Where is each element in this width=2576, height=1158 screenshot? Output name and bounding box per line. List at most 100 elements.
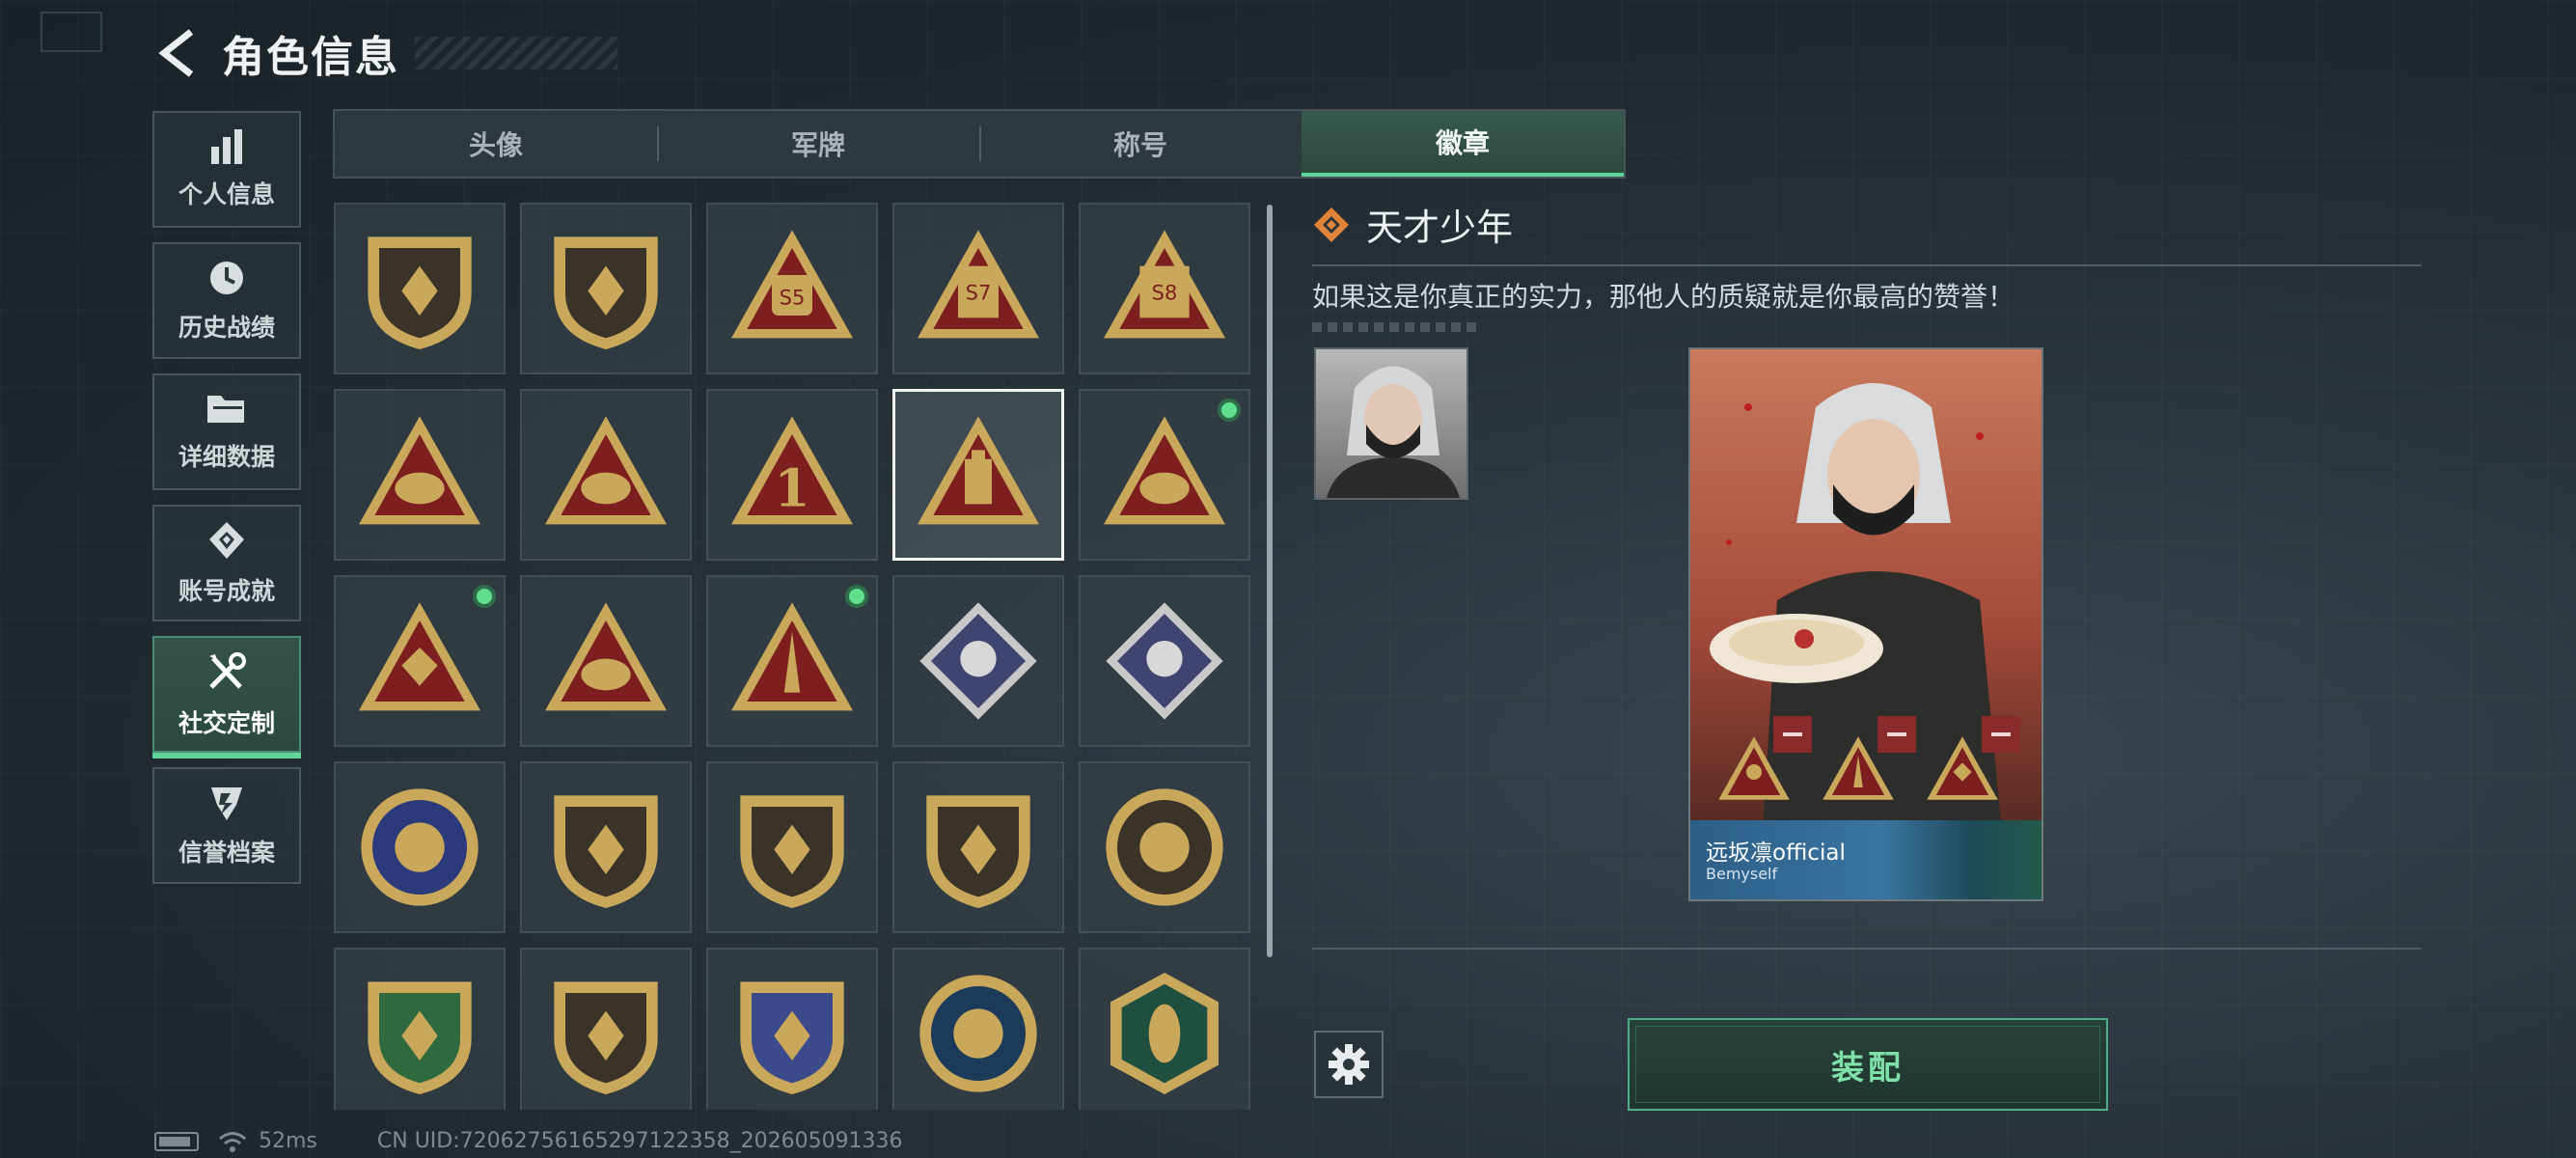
- achievement-icon: [209, 521, 244, 559]
- sidebar-item-personal-info[interactable]: 个人信息: [152, 111, 301, 228]
- badge-slot[interactable]: [334, 389, 506, 561]
- badge-slot[interactable]: [334, 948, 506, 1110]
- number-one-triangle-badge-icon: 1: [731, 416, 853, 525]
- badge-slot[interactable]: [334, 203, 506, 374]
- tab-badge[interactable]: 徽章: [1302, 111, 1624, 177]
- tab-avatar[interactable]: 头像: [335, 111, 657, 177]
- sidebar-item-history[interactable]: 历史战绩: [152, 242, 301, 359]
- equipped-badge-slot[interactable]: [1924, 716, 2020, 805]
- reputation-icon: [211, 786, 242, 820]
- badge-slot[interactable]: [1079, 761, 1250, 933]
- badge-slot[interactable]: [892, 761, 1064, 933]
- remove-badge-button[interactable]: [1773, 716, 1812, 753]
- badge-grid: S5 S7 S8 1: [334, 203, 1252, 1110]
- badge-name-row: 天才少年: [1312, 198, 2422, 251]
- badge-description: 如果这是你真正的实力，那他人的质疑就是你最高的赞誉！: [1312, 281, 2015, 313]
- page-header: 角色信息: [154, 21, 617, 85]
- badge-grid-scrollbar[interactable]: [1267, 205, 1273, 957]
- s8-badge-icon: S8: [1104, 230, 1225, 339]
- badge-slot[interactable]: [1079, 575, 1250, 747]
- svg-text:S7: S7: [966, 282, 992, 305]
- player-name: 远坂凛official: [1706, 841, 1846, 866]
- sidebar-item-label: 账号成就: [178, 576, 275, 605]
- blue-rifle-badge-icon: [740, 981, 844, 1094]
- bottle-triangle-badge-icon: [918, 416, 1039, 525]
- badge-slot[interactable]: 1: [706, 389, 878, 561]
- character-card[interactable]: 远坂凛official Bemyself: [1688, 347, 2043, 901]
- wasp-hex-badge-icon: [1110, 973, 1219, 1094]
- delta-shield-badge-icon: [368, 236, 472, 349]
- badge-slot[interactable]: [1079, 948, 1250, 1110]
- equip-button[interactable]: 装配: [1628, 1018, 2108, 1111]
- sidebar: 个人信息 历史战绩 详细数据 账号成就 社交定制 信誉档案: [152, 111, 301, 898]
- equipped-badge-slot[interactable]: [1715, 716, 1812, 805]
- page-title: 角色信息: [222, 33, 399, 82]
- title-decoration: [415, 37, 617, 69]
- badge-slot[interactable]: [334, 761, 506, 933]
- star-round-badge-icon: [361, 788, 479, 906]
- bar-chart-icon: [211, 128, 242, 164]
- equipped-badge-slots: [1715, 716, 2020, 805]
- divider: [1312, 264, 2422, 266]
- tab-military-tag[interactable]: 军牌: [657, 111, 979, 177]
- settings-button[interactable]: [1314, 1031, 1384, 1098]
- sidebar-item-detailed-data[interactable]: 详细数据: [152, 373, 301, 490]
- svg-text:1: 1: [774, 458, 809, 519]
- equipped-badge-slot[interactable]: [1820, 716, 1916, 805]
- dumpling-triangle-badge-icon: [359, 416, 480, 525]
- badge-slot[interactable]: [520, 575, 692, 747]
- badge-slot[interactable]: S8: [1079, 203, 1250, 374]
- sidebar-item-achievements[interactable]: 账号成就: [152, 505, 301, 621]
- tab-title[interactable]: 称号: [979, 111, 1302, 177]
- sidebar-item-label: 个人信息: [178, 179, 275, 208]
- tools-icon: [209, 651, 246, 689]
- badge-slot[interactable]: [1079, 389, 1250, 561]
- badge-slot[interactable]: [892, 948, 1064, 1110]
- svg-text:S8: S8: [1152, 282, 1178, 305]
- new-indicator-dot: [1218, 399, 1241, 422]
- figure-triangle-badge-icon: [1104, 416, 1225, 525]
- back-button[interactable]: [154, 26, 201, 80]
- tank-triangle-badge-icon: [545, 416, 667, 525]
- starred-shield-badge-icon: [740, 795, 844, 908]
- badge-slot[interactable]: S5: [706, 203, 878, 374]
- badge-slot[interactable]: S7: [892, 203, 1064, 374]
- badge-slot[interactable]: [520, 761, 692, 933]
- sidebar-item-label: 详细数据: [178, 442, 275, 471]
- launcher-diamond-badge-icon: [1106, 602, 1223, 720]
- remove-badge-button[interactable]: [1982, 716, 2020, 753]
- badge-slot[interactable]: [520, 389, 692, 561]
- badge-slot[interactable]: [520, 203, 692, 374]
- sidebar-item-label: 信誉档案: [178, 838, 275, 867]
- sidebar-item-reputation[interactable]: 信誉档案: [152, 767, 301, 884]
- badge-slot[interactable]: [892, 575, 1064, 747]
- player-uid: CN UID:72062756165297122358_202605091336: [376, 1129, 903, 1153]
- eagle-round-badge-icon: [919, 975, 1037, 1092]
- badge-slot[interactable]: [892, 389, 1064, 561]
- avatar-portrait-image: [1316, 349, 1466, 498]
- player-avatar[interactable]: [1314, 347, 1468, 500]
- character-card-image: [1690, 349, 2042, 899]
- rifle-shield-badge-icon: [554, 981, 658, 1094]
- corner-decoration: [41, 12, 102, 52]
- remove-badge-button[interactable]: [1877, 716, 1916, 753]
- s5-badge-icon: S5: [731, 230, 853, 339]
- badge-slot[interactable]: [706, 948, 878, 1110]
- badge-slot[interactable]: [706, 575, 878, 747]
- badge-slot[interactable]: [334, 575, 506, 747]
- divider: [1312, 948, 2422, 950]
- svg-text:S5: S5: [780, 286, 806, 309]
- battery-icon: [154, 1131, 199, 1151]
- badge-slot[interactable]: [706, 761, 878, 933]
- folder-icon: [207, 395, 244, 423]
- badge-diamond-icon: [1314, 207, 1349, 242]
- new-indicator-dot: [473, 585, 496, 608]
- player-nameplate: 远坂凛official Bemyself: [1690, 820, 2042, 899]
- category-tabs: 头像 军牌 称号 徽章: [333, 109, 1626, 179]
- new-indicator-dot: [845, 585, 868, 608]
- back-arrow-icon: [158, 29, 194, 77]
- badge-slot[interactable]: [520, 948, 692, 1110]
- sidebar-item-social-custom[interactable]: 社交定制: [152, 636, 301, 758]
- badge-name: 天才少年: [1366, 207, 1514, 249]
- skull-round-badge-icon: [1106, 788, 1223, 906]
